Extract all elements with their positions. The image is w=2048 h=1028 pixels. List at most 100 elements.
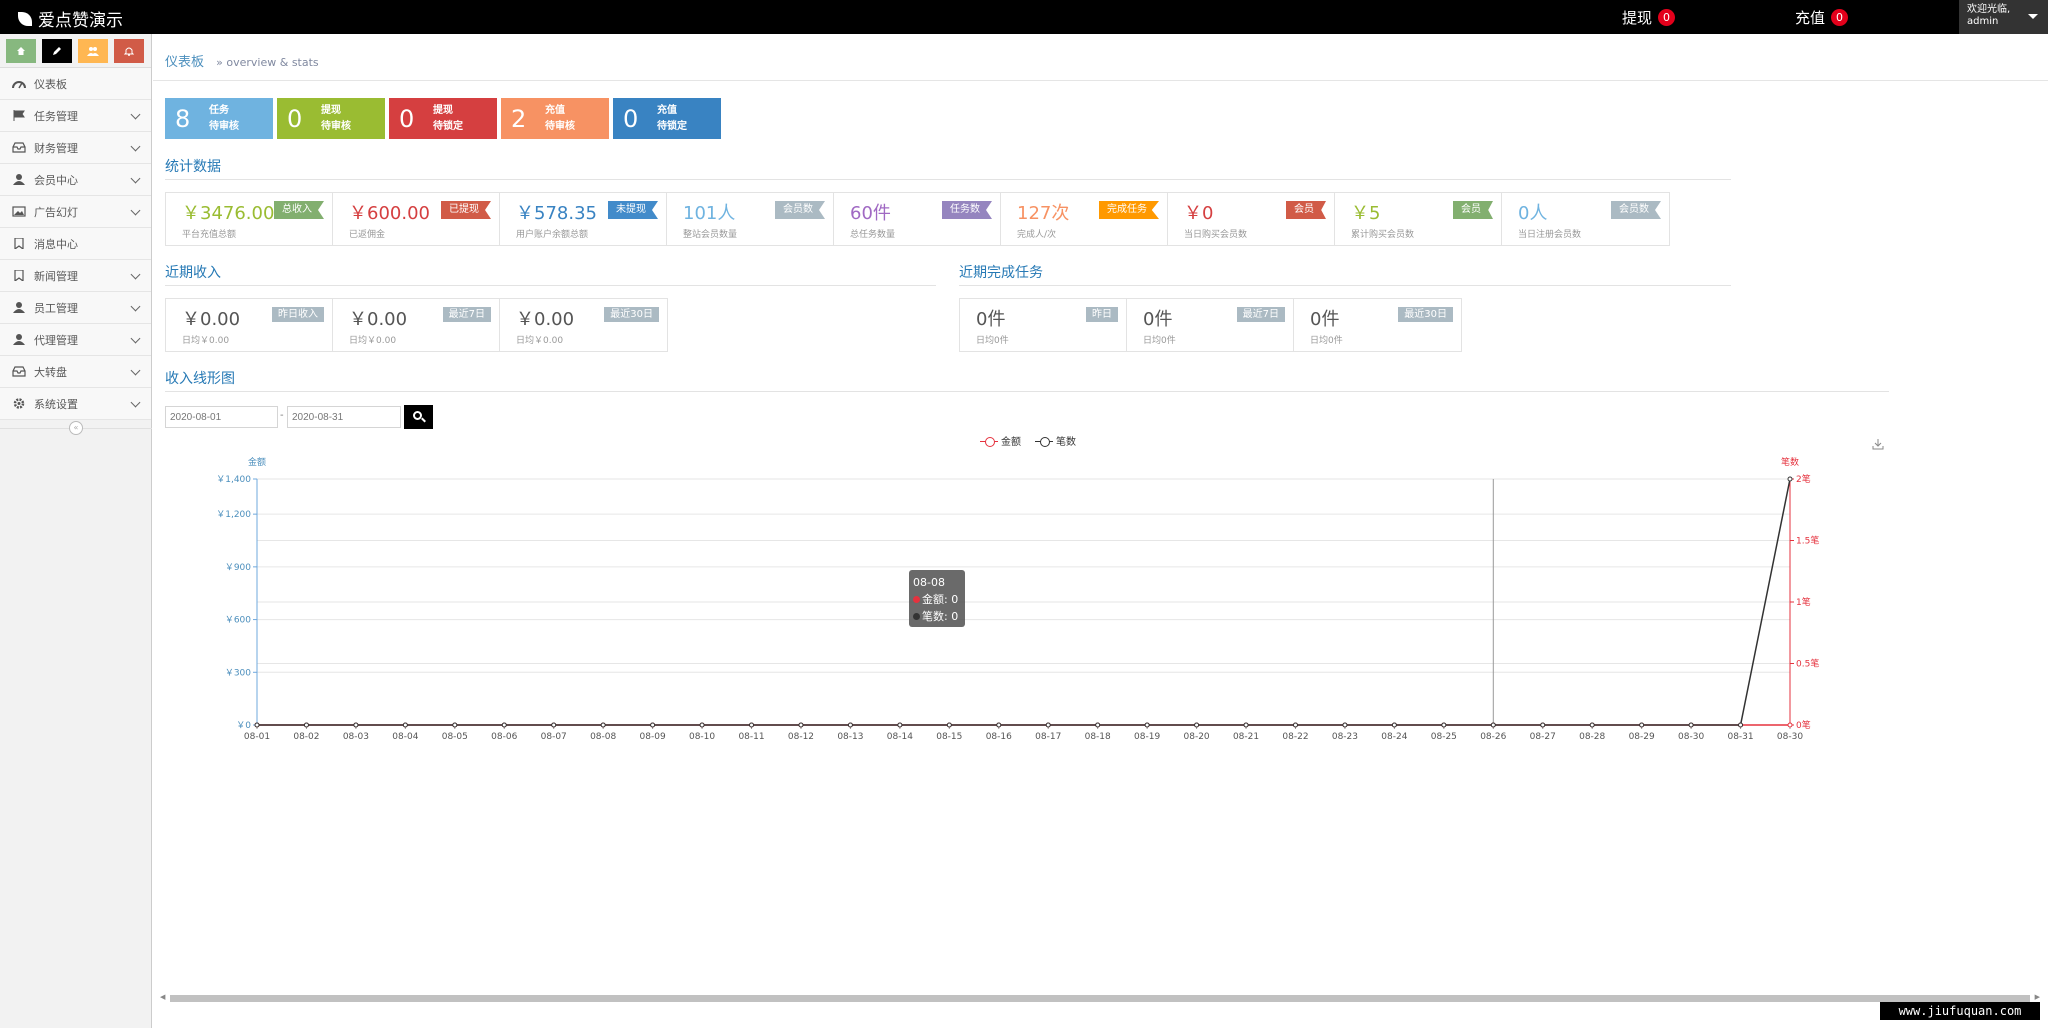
sidebar-item-2[interactable]: 财务管理 [0,132,151,164]
data-point [798,722,804,728]
breadcrumb-home[interactable]: 仪表板 [165,55,204,70]
x-tick-label: 08-02 [293,732,319,742]
sidebar-item-7[interactable]: 员工管理 [0,292,151,324]
breadcrumb-subtitle: » overview & stats [216,56,319,69]
user-icon [12,302,26,313]
income-row: ￥0.00 日均￥0.00 昨日收入 ￥0.00 日均￥0.00 最近7日 ￥0.00 日均￥… [165,298,668,352]
data-point [1342,722,1348,728]
stat-tag: 任务数 [942,201,992,219]
tile-label: 任务 待审核 [209,104,239,132]
data-point [353,722,359,728]
pending-tile-2[interactable]: 0 提现 待锁定 [389,98,497,139]
stat-label: 日均￥0.00 [349,336,397,346]
left-axis-name: 金额 [248,456,266,468]
legend-label-count: 笔数 [1056,437,1076,448]
sidebar-item-10[interactable]: 系统设置 [0,388,151,420]
user-icon [12,174,26,185]
data-point [1144,722,1150,728]
data-point [847,722,853,728]
tile-count: 0 [623,104,639,133]
stats-stat-1: ￥600.00 已返佣金 已提现 [333,193,500,245]
brand[interactable]: 爱点赞演示 [18,6,123,31]
legend-item-count[interactable]: 笔数 [1035,433,1076,448]
data-point [254,722,260,728]
chevron-down-icon [130,301,141,312]
income-divider [165,285,936,286]
sidebar-item-5[interactable]: 消息中心 [0,228,151,260]
bell-shortcut-button[interactable] [114,39,144,63]
data-point [1738,722,1744,728]
data-point [1292,722,1298,728]
left-tick-label: ￥300 [225,668,251,678]
data-point [1688,722,1694,728]
download-icon[interactable] [1872,438,1884,450]
tasks-row: 0件 日均0件 昨日 0件 日均0件 最近7日 0件 日均0件 最近30日 [959,298,1462,352]
data-point [1738,722,1744,728]
search-button[interactable] [404,405,433,429]
data-point [1441,722,1447,728]
inbox-icon [12,366,26,377]
brand-title: 爱点赞演示 [38,11,123,31]
gear-icon [12,398,26,409]
home-shortcut-button[interactable] [6,39,36,63]
pending-tile-3[interactable]: 2 充值 待审核 [501,98,609,139]
income-stat-0: ￥0.00 日均￥0.00 昨日收入 [166,299,333,351]
sidebar-item-1[interactable]: 任务管理 [0,100,151,132]
pending-tile-1[interactable]: 0 提现 待审核 [277,98,385,139]
data-point [501,722,507,728]
left-tick-label: ￥1,400 [216,475,251,485]
tasks-title: 近期完成任务 [959,265,1043,281]
data-point [1045,722,1051,728]
sidebar-item-4[interactable]: 广告幻灯 [0,196,151,228]
sidebar-item-3[interactable]: 会员中心 [0,164,151,196]
data-point [749,722,755,728]
users-icon [87,47,99,56]
pending-tile-4[interactable]: 0 充值 待锁定 [613,98,721,139]
scroll-left-icon[interactable]: ◀ [160,993,165,1001]
data-point [650,722,656,728]
x-tick-label: 08-28 [1579,732,1605,742]
bookmark-icon [12,269,26,283]
users-shortcut-button[interactable] [78,39,108,63]
sidebar-item-label: 仪表板 [34,77,67,91]
sidebar-item-label: 新闻管理 [34,269,78,283]
user-menu[interactable]: 欢迎光临, admin [1959,0,2048,34]
scroll-right-icon[interactable]: ▶ [2035,993,2040,1001]
home-icon [17,47,25,55]
x-tick-label: 08-03 [343,732,369,742]
sidebar-item-0[interactable]: 仪表板 [0,68,151,100]
withdraw-label: 提现 [1622,9,1653,27]
data-point [1787,476,1793,482]
stat-tag: 会员 [1453,201,1493,219]
tile-label: 充值 待审核 [545,104,575,132]
sidebar-item-9[interactable]: 大转盘 [0,356,151,388]
withdraw-link[interactable]: 提现 0 [1622,7,1676,28]
pencil-shortcut-button[interactable] [42,39,72,63]
data-point [1144,722,1150,728]
stat-tag: 会员 [1286,201,1326,219]
data-point [1243,722,1249,728]
x-tick-label: 08-20 [1184,732,1210,742]
recharge-count-badge: 0 [1831,9,1849,26]
collapse-sidebar-button[interactable]: « [69,421,83,435]
x-tick-label: 08-19 [1134,732,1160,742]
legend-item-amount[interactable]: 金额 [980,433,1021,448]
data-point [1688,722,1694,728]
chevron-down-icon [130,141,141,152]
data-point [1639,722,1645,728]
data-point [402,722,408,728]
data-point [996,722,1002,728]
date-from-input[interactable] [165,406,278,428]
data-point [501,722,507,728]
sidebar-item-6[interactable]: 新闻管理 [0,260,151,292]
sidebar-item-8[interactable]: 代理管理 [0,324,151,356]
horizontal-scrollbar[interactable]: ◀ ▶ [158,993,2040,1003]
x-tick-label: 08-21 [1233,732,1259,742]
sidebar-menu: 仪表板任务管理 财务管理 会员中心 广告幻灯 消息中心新闻管理员工管理 代理管理 大转盘 系统… [0,68,151,420]
scrollbar-thumb[interactable] [170,995,2030,1002]
recharge-link[interactable]: 充值 0 [1795,7,1849,28]
tooltip-row-count: 笔数: 0 [913,608,965,625]
x-tick-label: 08-18 [1085,732,1111,742]
date-to-input[interactable] [287,406,401,428]
pending-tile-0[interactable]: 8 任务 待审核 [165,98,273,139]
